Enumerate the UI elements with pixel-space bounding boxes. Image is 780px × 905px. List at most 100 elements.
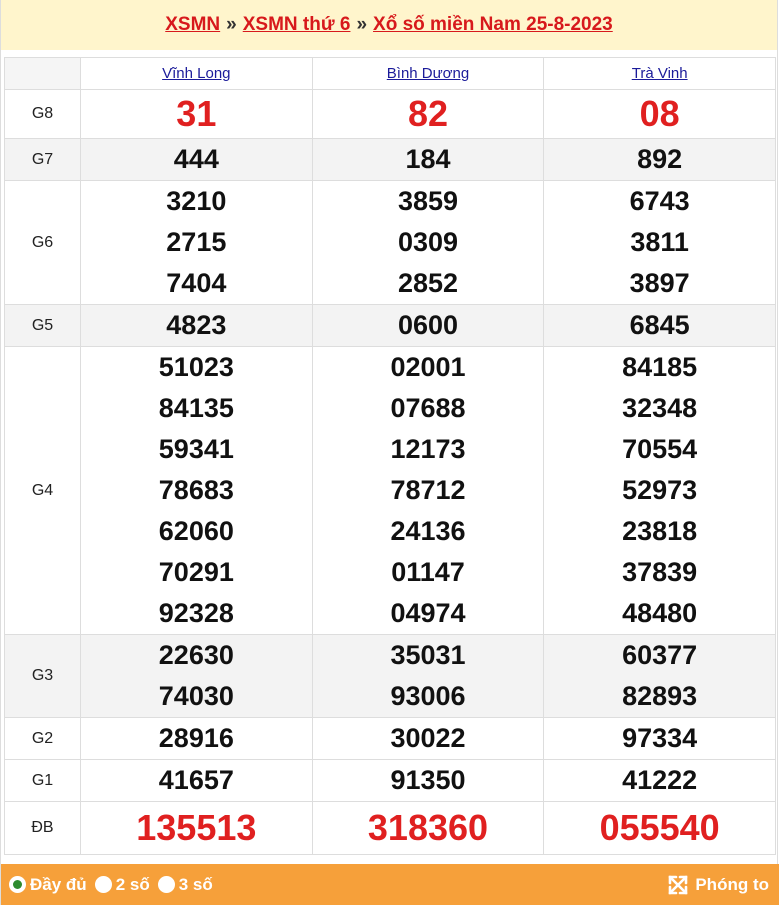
prize-number: 055540 [599, 807, 720, 848]
prize-number: 41222 [622, 765, 698, 795]
prize-number: 12173 [390, 434, 466, 464]
prize-number: 07688 [390, 393, 466, 423]
option-full[interactable]: Đầy đủ [9, 875, 87, 895]
prize-number: 318360 [367, 807, 489, 848]
prize-number: 37839 [622, 557, 698, 587]
prize-number: 6743 [629, 186, 690, 216]
prize-number: 82 [407, 93, 448, 134]
prize-number: 7404 [166, 268, 227, 298]
prize-cell: 6743 3811 3897 [543, 180, 776, 305]
prize-label: G7 [4, 138, 81, 181]
prize-cell: 41222 [543, 759, 776, 802]
province-header: Vĩnh Long [80, 57, 313, 90]
radio-icon[interactable] [94, 876, 112, 893]
prize-row-đb: ĐB 135513 318360 055540 [4, 801, 776, 855]
prize-number: 82893 [622, 681, 698, 711]
prize-number: 59341 [158, 434, 234, 464]
option-2-digits[interactable]: 2 số [94, 874, 150, 895]
prize-number: 70554 [622, 434, 698, 464]
prize-row-g7: G7 444 184 892 [4, 138, 776, 181]
results-page: XSMN » XSMN thứ 6 » Xổ số miền Nam 25-8-… [0, 0, 779, 905]
prize-number: 32348 [622, 393, 698, 423]
prize-cell: 892 [543, 138, 776, 181]
prize-number: 78683 [158, 475, 234, 505]
prize-number: 28916 [158, 723, 234, 753]
prize-cell: 51023 84135 59341 78683 62060 70291 92328 [80, 346, 313, 635]
prize-number: 3859 [397, 186, 459, 216]
prize-cell: 318360 [311, 801, 545, 855]
prize-label: G4 [4, 346, 81, 635]
radio-selected-icon[interactable] [9, 876, 26, 893]
prize-number: 444 [173, 144, 219, 174]
prize-cell: 22630 74030 [80, 634, 313, 718]
prize-number: 31 [176, 93, 217, 134]
province-header: Bình Dương [311, 57, 545, 90]
prize-number: 3897 [629, 268, 690, 298]
breadcrumb-link-current-date[interactable]: Xổ số miền Nam 25-8-2023 [373, 14, 613, 36]
prize-number: 2715 [166, 227, 227, 257]
prize-row-g4: G4 51023 84135 59341 78683 62060 70291 92328 020… [4, 346, 776, 635]
prize-number: 892 [637, 144, 683, 174]
prize-number: 3210 [166, 186, 227, 216]
prize-row-g1: G1 41657 91350 41222 [4, 759, 776, 802]
prize-number: 22630 [158, 640, 234, 670]
breadcrumb-link-xsmn-friday[interactable]: XSMN thứ 6 [243, 14, 351, 36]
prize-cell: 31 [80, 89, 313, 139]
prize-number: 74030 [158, 681, 234, 711]
prize-number: 08 [639, 93, 680, 134]
province-link-tra-vinh[interactable]: Trà Vinh [632, 65, 688, 82]
prize-number: 02001 [390, 352, 466, 382]
province-link-binh-duong[interactable]: Bình Dương [387, 65, 469, 82]
prize-cell: 02001 07688 12173 78712 24136 01147 04974 [311, 346, 545, 635]
prize-label: ĐB [4, 801, 81, 855]
prize-number: 48480 [622, 598, 698, 628]
breadcrumb: XSMN » XSMN thứ 6 » Xổ số miền Nam 25-8-… [1, 0, 777, 50]
prize-cell: 6845 [543, 304, 776, 347]
prize-number: 84185 [622, 352, 698, 382]
table-header-row: Vĩnh Long Bình Dương Trà Vinh [4, 57, 776, 90]
breadcrumb-link-xsmn[interactable]: XSMN [165, 14, 220, 36]
prize-number: 2852 [397, 268, 459, 298]
prize-cell: 184 [311, 138, 545, 181]
prize-number: 91350 [390, 765, 466, 795]
prize-cell: 3859 0309 2852 [311, 180, 545, 305]
prize-cell: 30022 [311, 717, 545, 760]
prize-cell: 35031 93006 [311, 634, 545, 718]
prize-row-g2: G2 28916 30022 97334 [4, 717, 776, 760]
prize-number: 6845 [629, 310, 690, 340]
prize-cell: 135513 [80, 801, 313, 855]
zoom-button[interactable]: Phóng to [667, 874, 769, 896]
province-link-vinh-long[interactable]: Vĩnh Long [162, 65, 230, 82]
expand-arrows-icon [669, 875, 688, 894]
prize-number: 24136 [390, 516, 466, 546]
prize-cell: 60377 82893 [543, 634, 776, 718]
prize-cell: 444 [80, 138, 313, 181]
prize-row-g8: G8 31 82 08 [4, 89, 776, 139]
prize-number: 70291 [158, 557, 234, 587]
option-3-digits[interactable]: 3 số [157, 874, 213, 895]
prize-cell: 97334 [543, 717, 776, 760]
option-label: 3 số [178, 874, 213, 894]
prize-number: 135513 [136, 807, 257, 848]
prize-number: 78712 [390, 475, 466, 505]
prize-number: 92328 [158, 598, 234, 628]
prize-number: 35031 [390, 640, 466, 670]
prize-number: 0309 [397, 227, 459, 257]
prize-cell: 4823 [80, 304, 313, 347]
prize-row-g3: G3 22630 74030 35031 93006 60377 82893 [4, 634, 776, 718]
prize-cell: 3210 2715 7404 [80, 180, 313, 305]
prize-label: G3 [4, 634, 81, 718]
province-header: Trà Vinh [543, 57, 776, 90]
prize-number: 52973 [622, 475, 698, 505]
prize-number: 93006 [390, 681, 466, 711]
radio-icon[interactable] [157, 876, 175, 893]
option-label: 2 số [115, 874, 150, 894]
prize-label: G1 [4, 759, 81, 802]
prize-number: 30022 [390, 723, 466, 753]
results-table: Vĩnh Long Bình Dương Trà Vinh G8 31 82 08 G7… [4, 57, 776, 855]
prize-label: G2 [4, 717, 81, 760]
prize-cell: 41657 [80, 759, 313, 802]
prize-cell: 82 [311, 89, 545, 139]
prize-number: 23818 [622, 516, 698, 546]
prize-label: G8 [4, 89, 81, 139]
